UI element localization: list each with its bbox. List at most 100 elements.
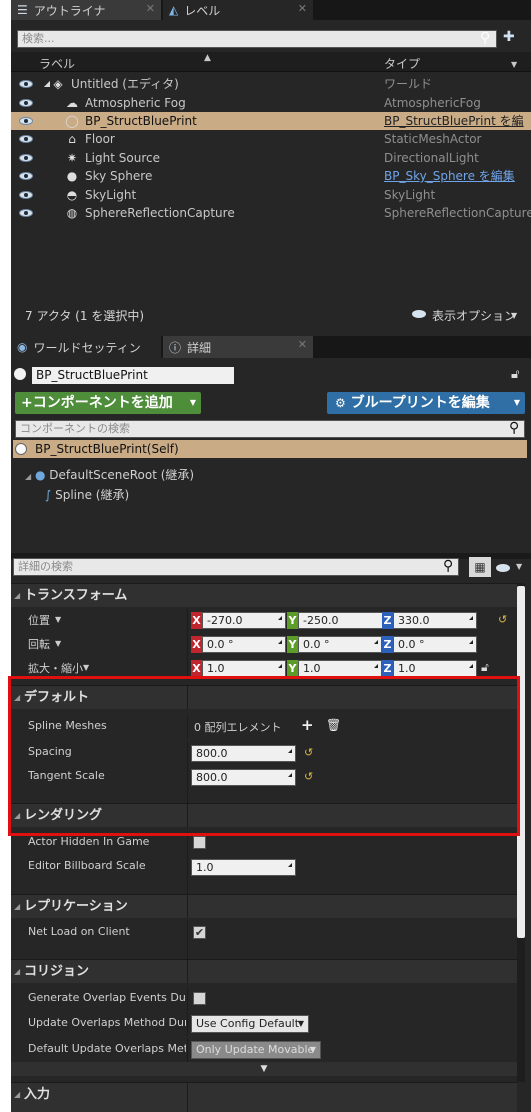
rotation-z-input[interactable]: 0.0 °	[393, 636, 477, 653]
rotation-label[interactable]: 回転	[28, 636, 50, 652]
outliner-row[interactable]: ● Sky Sphere BP_Sky_Sphere を編集	[11, 167, 531, 185]
outliner-row[interactable]: ☁ Atmospheric Fog AtmosphericFog	[11, 94, 531, 112]
tab-level[interactable]: ◭ レベル ✕	[163, 0, 313, 20]
section-input[interactable]: ◢ 入力	[11, 1082, 517, 1112]
component-default-scene-root-label: DefaultSceneRoot (継承)	[49, 468, 195, 482]
world-icon: ◈	[53, 77, 63, 91]
outliner-row[interactable]: ⌂ Floor StaticMeshActor	[11, 130, 531, 148]
location-y-input[interactable]: -250.0	[298, 612, 392, 629]
actor-name-field[interactable]: BP_StructBluePrint	[32, 367, 234, 384]
scale-y-input[interactable]: 1.0	[298, 660, 382, 677]
outliner-search-input[interactable]: 検索...	[17, 30, 497, 48]
component-search-input[interactable]: コンポーネントの検索	[15, 420, 525, 438]
reset-to-default-icon[interactable]: ↺	[498, 613, 507, 626]
tangent-scale-value: 800.0	[196, 771, 228, 784]
location-z-input[interactable]: 330.0	[393, 612, 477, 629]
component-self[interactable]: BP_StructBluePrint(Self)	[13, 440, 527, 458]
edit-blueprint-button[interactable]: ⚙ ブループリントを編集 ▼	[327, 392, 525, 414]
chevron-down-icon[interactable]: ▼	[83, 663, 89, 672]
edit-blueprint-link[interactable]: BP_StructBluePrint を編	[384, 112, 524, 130]
lock-icon[interactable]: 🔓︎	[511, 367, 519, 382]
search-icon[interactable]: ⚲	[509, 420, 519, 436]
billboard-scale-label: Editor Billboard Scale	[28, 859, 146, 872]
search-icon[interactable]: ⚲	[480, 30, 490, 46]
chevron-down-icon[interactable]: ▼	[516, 562, 522, 571]
column-label[interactable]: ラベル	[39, 55, 75, 72]
rotation-x-input[interactable]: 0.0 °	[202, 636, 286, 653]
lock-icon[interactable]: 🔓︎	[481, 660, 489, 675]
section-rendering[interactable]: ◢ レンダリング	[11, 803, 517, 827]
tab-outliner[interactable]: ☰ アウトライナ ✕	[11, 0, 161, 20]
fog-icon: ☁	[66, 96, 78, 110]
net-load-checkbox[interactable]: ✔	[193, 926, 206, 939]
component-default-scene-root[interactable]: ◢ ● DefaultSceneRoot (継承)	[25, 466, 194, 483]
eye-icon[interactable]	[19, 172, 33, 180]
gear-icon: ⚙	[335, 396, 346, 410]
component-spline[interactable]: ∫ Spline (継承)	[45, 486, 129, 503]
chevron-down-icon[interactable]: ▼	[55, 615, 61, 624]
outliner-row[interactable]: ◓ SkyLight SkyLight	[11, 186, 531, 204]
chevron-down-icon[interactable]: ▼	[511, 311, 517, 320]
detail-search-input[interactable]: 詳細の検索	[13, 558, 459, 576]
section-transform[interactable]: ◢ トランスフォーム	[11, 583, 517, 607]
add-component-button[interactable]: +コンポーネントを追加 ▼	[15, 392, 201, 414]
location-label[interactable]: 位置	[28, 612, 50, 628]
outliner-row-label: Untitled (エディタ)	[71, 77, 179, 91]
trash-icon[interactable]: 🗑︎	[326, 718, 341, 732]
collapse-arrow-icon: ◢	[14, 967, 21, 976]
view-options-button[interactable]: 表示オプション	[432, 307, 516, 324]
tangent-scale-label: Tangent Scale	[28, 769, 105, 782]
property-billboard-scale: Editor Billboard Scale 1.0	[11, 855, 517, 879]
column-type[interactable]: タイプ	[384, 55, 420, 72]
scale-x-value: 1.0	[207, 662, 225, 675]
eye-icon[interactable]	[19, 135, 33, 143]
scale-label[interactable]: 拡大・縮小	[28, 660, 83, 676]
search-icon[interactable]: ⚲	[443, 558, 453, 574]
property-spline-meshes: Spline Meshes 0 配列エレメント + 🗑︎	[11, 715, 517, 739]
eye-icon	[412, 310, 426, 318]
eye-icon[interactable]	[19, 99, 33, 107]
billboard-scale-input[interactable]: 1.0	[191, 859, 296, 876]
spacing-input[interactable]: 800.0	[191, 745, 296, 762]
section-default[interactable]: ◢ デフォルト	[11, 685, 517, 709]
reset-to-default-icon[interactable]: ↺	[304, 746, 313, 759]
eye-icon[interactable]	[19, 154, 33, 162]
tab-world-settings[interactable]: ◉ ワールドセッティン	[11, 336, 161, 358]
edit-blueprint-link[interactable]: BP_Sky_Sphere を編集	[384, 167, 515, 185]
scrollbar-thumb[interactable]	[517, 586, 525, 938]
section-replication[interactable]: ◢ レプリケーション	[11, 894, 517, 918]
chevron-down-icon[interactable]: ▼	[55, 639, 61, 648]
actor-hidden-checkbox[interactable]	[193, 836, 206, 849]
eye-icon[interactable]	[19, 117, 33, 125]
scale-x-input[interactable]: 1.0	[202, 660, 286, 677]
eye-icon[interactable]	[496, 564, 510, 572]
advanced-expand-button[interactable]: ▼	[11, 1062, 517, 1076]
scale-z-input[interactable]: 1.0	[393, 660, 477, 677]
tab-details[interactable]: ⓘ 詳細 ✕	[163, 336, 313, 358]
chevron-down-icon[interactable]: ▼	[511, 60, 517, 69]
update-overlaps-select[interactable]: Use Config Default ▼	[191, 1015, 309, 1033]
eye-icon[interactable]	[19, 80, 33, 88]
generate-overlap-checkbox[interactable]	[193, 992, 206, 1005]
component-self-label: BP_StructBluePrint(Self)	[35, 442, 179, 456]
close-icon[interactable]: ✕	[146, 2, 155, 15]
default-update-select[interactable]: Only Update Movable ▼	[191, 1041, 321, 1059]
section-collision[interactable]: ◢ コリジョン	[11, 959, 517, 983]
outliner-row[interactable]: ◢ ◈ Untitled (エディタ) ワールド	[11, 75, 531, 93]
property-matrix-icon[interactable]: ▦	[469, 557, 491, 577]
outliner-row[interactable]: ◍ SphereReflectionCapture SphereReflection…	[11, 204, 531, 222]
actor-count: 7 アクタ (1 を選択中)	[25, 309, 144, 323]
reset-to-default-icon[interactable]: ↺	[304, 770, 313, 783]
location-x-input[interactable]: -270.0	[202, 612, 286, 629]
chevron-down-icon: ▼	[260, 1064, 268, 1074]
outliner-row[interactable]: ✷ Light Source DirectionalLight	[11, 149, 531, 167]
add-element-icon[interactable]: +	[301, 716, 314, 734]
tangent-scale-input[interactable]: 800.0	[191, 769, 296, 786]
outliner-row[interactable]: ◯ BP_StructBluePrint BP_StructBluePrint を編	[11, 112, 531, 130]
close-icon[interactable]: ✕	[298, 2, 307, 15]
eye-icon[interactable]	[19, 191, 33, 199]
close-icon[interactable]: ✕	[298, 338, 307, 351]
rotation-y-input[interactable]: 0.0 °	[298, 636, 382, 653]
add-folder-icon[interactable]: ✚	[503, 29, 515, 45]
eye-icon[interactable]	[19, 209, 33, 217]
